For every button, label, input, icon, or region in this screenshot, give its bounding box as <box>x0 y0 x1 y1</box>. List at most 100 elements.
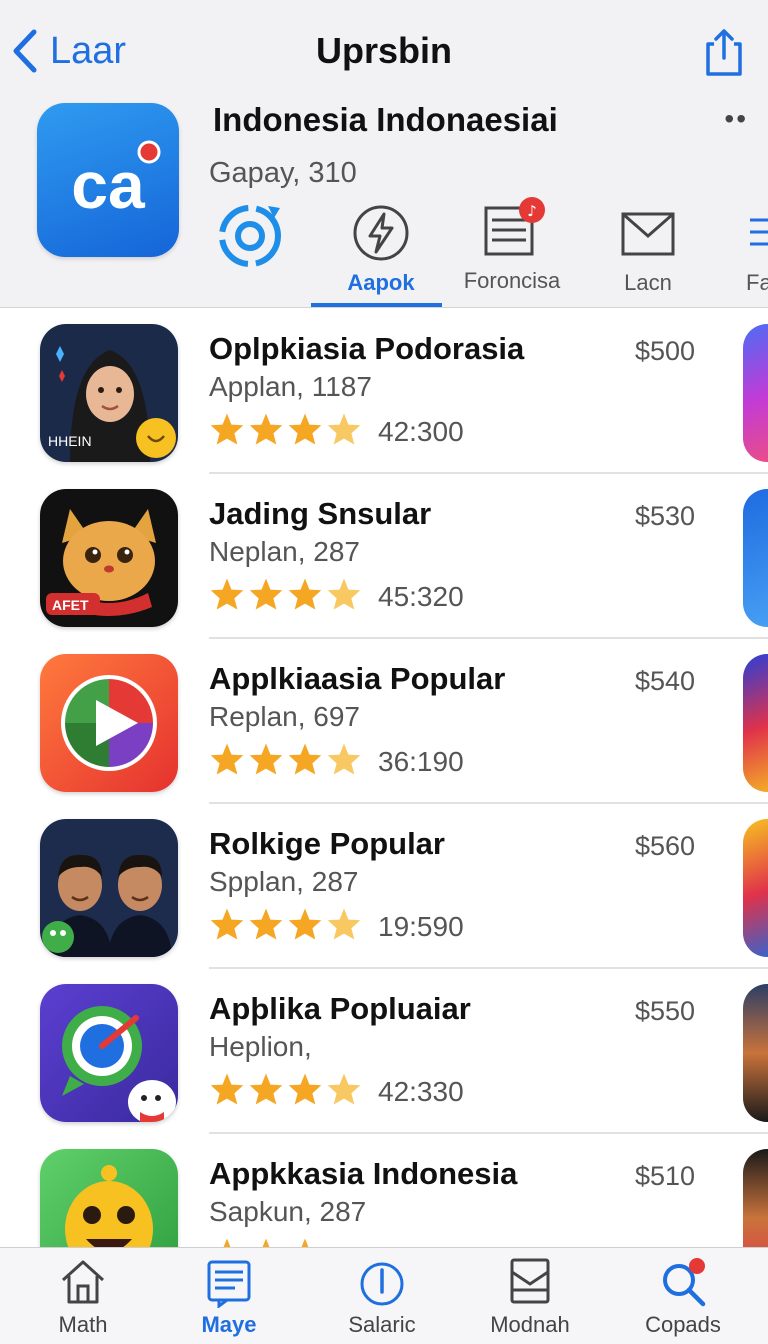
price-label[interactable]: $530 <box>635 498 695 534</box>
mail-icon <box>621 212 675 256</box>
svg-text:♪: ♪ <box>527 202 537 220</box>
more-button[interactable]: •• <box>724 104 748 134</box>
price-label[interactable]: $560 <box>635 828 695 864</box>
star-icon <box>249 908 283 940</box>
star-rating <box>209 412 365 446</box>
bottom-tab-modnah[interactable]: Modnah <box>455 1248 605 1344</box>
star-icon <box>210 1073 244 1105</box>
app-title: Jading Snsular <box>209 496 432 531</box>
category-tabs: Aapok ♪ Foroncisa Lacn Fa <box>0 196 768 308</box>
home-icon <box>61 1260 105 1304</box>
app-list: HHEIN Oplpkiasia Podorasia Applan, 1187 … <box>0 309 768 1247</box>
app-subtitle: Replan, 697 <box>209 701 361 732</box>
tab-label: Lacn <box>624 270 672 295</box>
app-subtitle: Sapkun, 287 <box>209 1196 367 1227</box>
share-icon <box>706 29 742 76</box>
app-subtitle: Applan, 1187 <box>209 371 372 402</box>
star-icon <box>288 1073 322 1105</box>
star-icon <box>301 1238 309 1247</box>
star-icon <box>327 1073 361 1105</box>
app-icon <box>40 1149 178 1247</box>
tab-foroncisa[interactable]: ♪ Foroncisa <box>458 196 566 308</box>
app-name: Indonesia Indonaesiai <box>213 101 558 138</box>
app-title: Appkkasia Indonesia <box>209 1156 518 1191</box>
app-title: Rolkige Popular <box>209 826 445 861</box>
app-icon <box>40 654 178 792</box>
app-icon: AFET <box>40 489 178 627</box>
bottom-tab-label: Salaric <box>348 1312 416 1337</box>
star-icon <box>249 1073 283 1105</box>
star-icon <box>288 743 322 775</box>
star-icon <box>210 413 244 445</box>
tab-aapok[interactable]: Aapok <box>331 196 431 308</box>
app-icon-partial <box>743 984 768 1122</box>
list-item[interactable]: Apþlika Popluaiar Heplion, 42:330 $550 <box>0 969 768 1134</box>
bottom-tab-bar: Math Maye Salaric Modnah Copads <box>0 1247 768 1344</box>
header: Laar Uprsbin ca Indonesia Indonaesiai ••… <box>0 0 768 308</box>
app-subtitle: Spplan, 287 <box>209 866 359 897</box>
star-rating <box>209 742 365 776</box>
app-icon-partial <box>743 489 768 627</box>
tab-label: Fa <box>746 270 768 295</box>
star-rating <box>209 1072 365 1106</box>
bottom-tab-maye[interactable]: Maye <box>154 1248 304 1344</box>
tab-fa[interactable]: Fa <box>738 196 768 308</box>
star-icon <box>327 908 361 940</box>
list-item[interactable]: Applkiaasia Popular Replan, 697 36:190 $… <box>0 639 768 804</box>
star-icon <box>210 908 244 940</box>
app-title: Oplpkiasia Podorasia <box>209 331 525 366</box>
bottom-tab-math[interactable]: Math <box>8 1248 158 1344</box>
rating-count: 42:330 <box>378 1076 464 1107</box>
star-icon <box>327 413 361 445</box>
star-rating <box>209 907 365 941</box>
list-item[interactable]: Appkkasia Indonesia Sapkun, 287 $510 <box>0 1134 768 1247</box>
list-item[interactable]: Rolkige Popular Spplan, 287 19:590 $560 <box>0 804 768 969</box>
price-label[interactable]: $500 <box>635 333 695 369</box>
star-icon <box>327 578 361 610</box>
inbox-icon <box>510 1258 550 1304</box>
star-icon <box>288 413 322 445</box>
bottom-tab-label: Maye <box>201 1312 257 1337</box>
tab-refresh[interactable] <box>208 196 292 308</box>
app-icon-partial <box>743 654 768 792</box>
icon-badge-text: HHEIN <box>48 433 92 449</box>
rating-count: 42:300 <box>378 416 464 447</box>
news-icon: ♪ <box>484 197 545 256</box>
list-item[interactable]: HHEIN Oplpkiasia Podorasia Applan, 1187 … <box>0 309 768 474</box>
active-tab-indicator <box>311 303 442 307</box>
bottom-tab-salaric[interactable]: Salaric <box>307 1248 457 1344</box>
price-label[interactable]: $510 <box>635 1158 695 1194</box>
bottom-tab-label: Math <box>58 1312 108 1337</box>
star-rating <box>209 577 365 611</box>
bottom-tab-copads[interactable]: Copads <box>608 1248 758 1344</box>
app-title: Apþlika Popluaiar <box>209 991 471 1026</box>
price-label[interactable]: $550 <box>635 993 695 1029</box>
tab-lacn[interactable]: Lacn <box>606 196 690 308</box>
rating-count: 45:320 <box>378 581 464 612</box>
icon-badge-text: AFET <box>52 597 89 613</box>
price-label[interactable]: $540 <box>635 663 695 699</box>
app-meta: Gapay, 310 <box>209 157 357 189</box>
back-button[interactable]: Laar <box>8 26 126 76</box>
star-icon <box>327 743 361 775</box>
app-icon <box>40 819 178 957</box>
app-title: Applkiaasia Popular <box>209 661 506 696</box>
tab-label: Foroncisa <box>463 268 561 293</box>
refresh-gear-icon <box>219 205 281 267</box>
star-icon <box>249 743 283 775</box>
share-button[interactable] <box>700 24 748 80</box>
lightning-icon <box>353 205 409 261</box>
list-icon <box>750 218 768 246</box>
chevron-left-icon <box>13 29 37 73</box>
star-icon <box>249 413 283 445</box>
star-icon <box>288 908 322 940</box>
app-icon-partial <box>743 819 768 957</box>
news-icon <box>207 1260 251 1308</box>
star-icon <box>288 578 322 610</box>
app-subtitle: Neplan, 287 <box>209 536 361 567</box>
search-icon <box>663 1258 706 1307</box>
rating-count: 19:590 <box>378 911 464 942</box>
app-icon: HHEIN <box>40 324 178 462</box>
list-item[interactable]: AFET Jading Snsular Neplan, 287 45:320 $… <box>0 474 768 639</box>
info-icon <box>360 1262 404 1306</box>
